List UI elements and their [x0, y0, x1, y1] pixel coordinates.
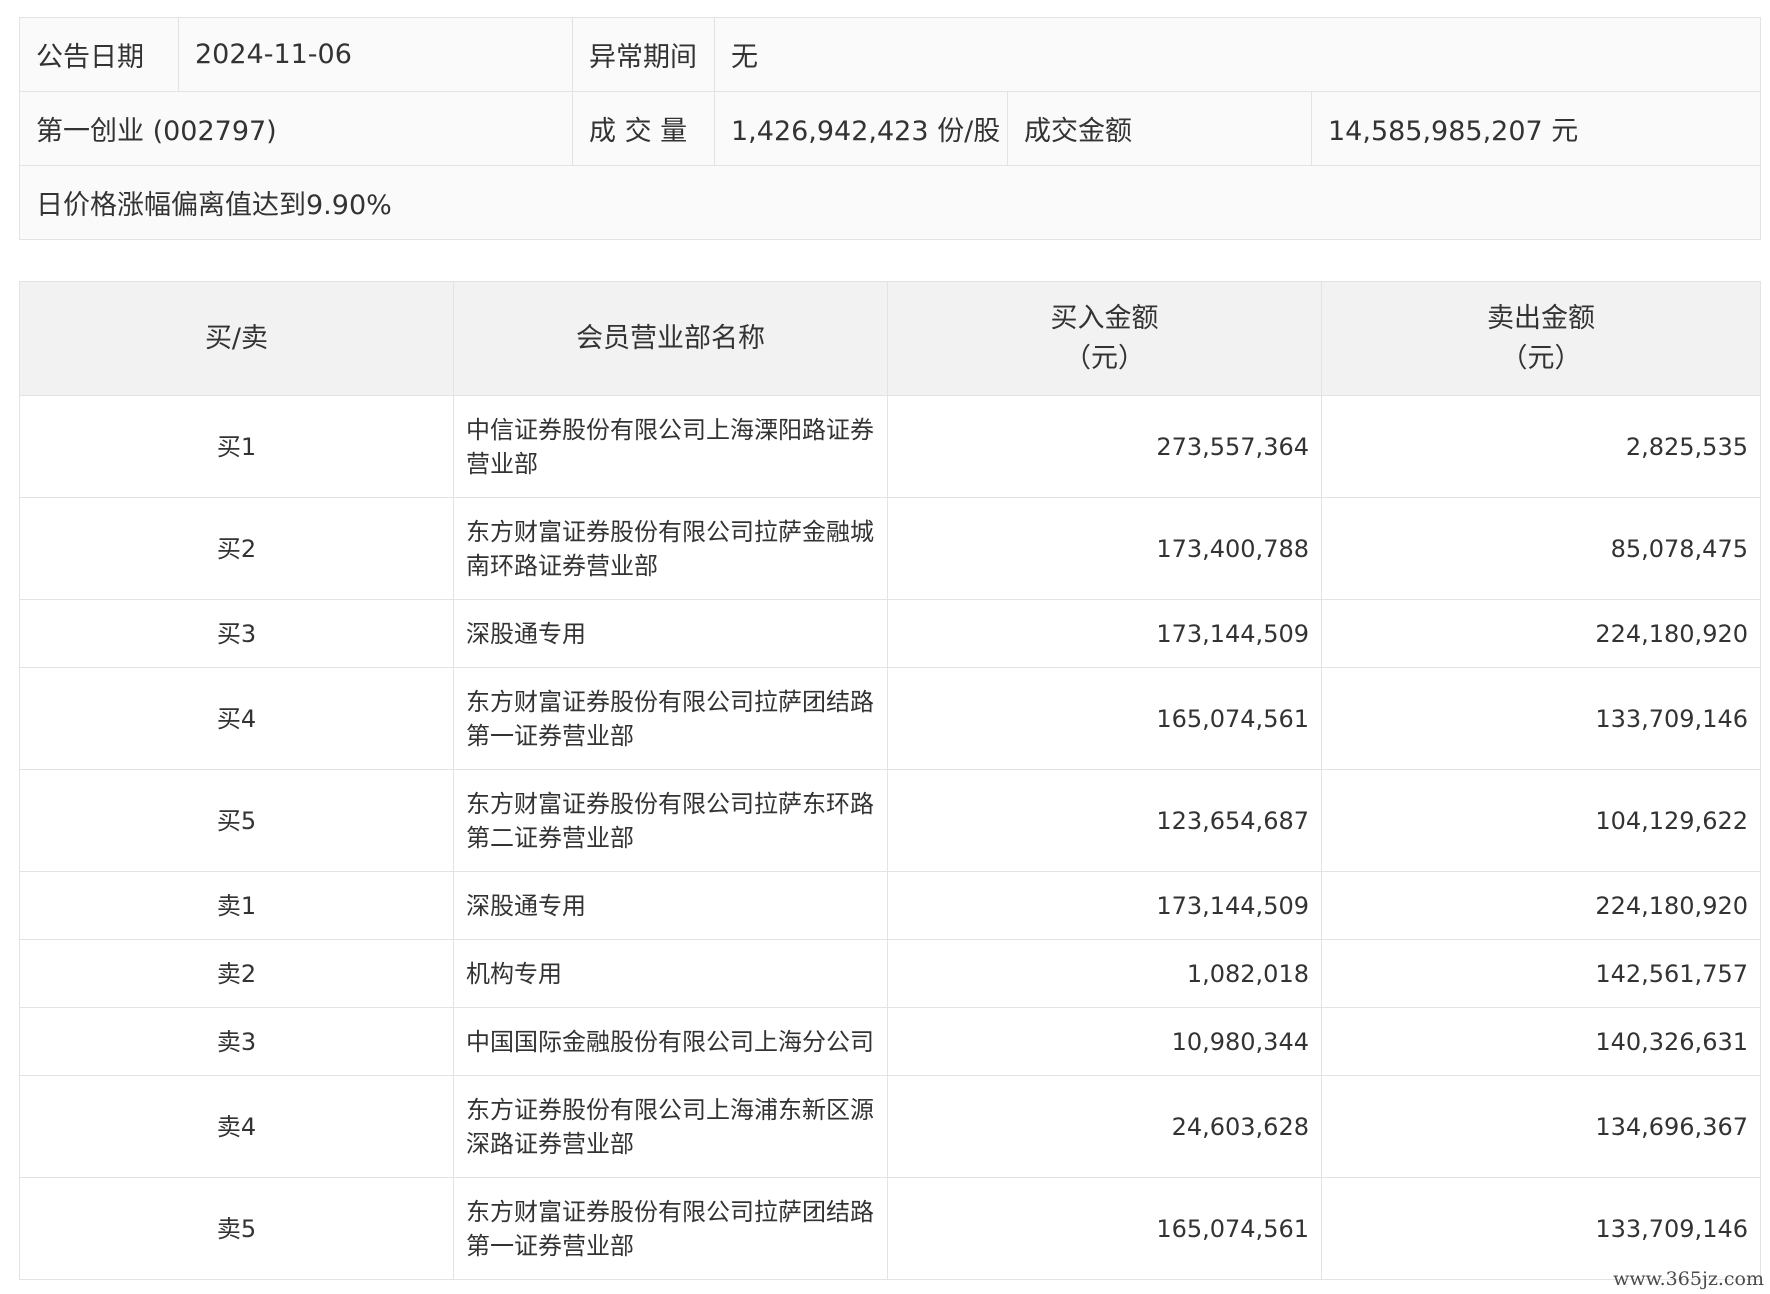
cell-sell-amount: 224,180,920 [1321, 599, 1761, 668]
volume-label: 成 交 量 [572, 91, 715, 166]
cell-broker-name: 深股通专用 [453, 871, 888, 940]
table-row: 卖1 深股通专用 173,144,509 224,180,920 [19, 871, 1761, 940]
announcement-info-table: 公告日期 2024-11-06 异常期间 无 第一创业 (002797) 成 交… [19, 17, 1761, 240]
header-sell-unit: （元） [1500, 342, 1582, 374]
table-row: 买1 中信证券股份有限公司上海溧阳路证券营业部 273,557,364 2,82… [19, 395, 1761, 498]
cell-side: 卖3 [19, 1007, 454, 1076]
cell-broker-name: 中信证券股份有限公司上海溧阳路证券营业部 [453, 395, 888, 498]
cell-broker-name: 中国国际金融股份有限公司上海分公司 [453, 1007, 888, 1076]
cell-buy-amount: 173,400,788 [887, 497, 1322, 600]
info-row-date: 公告日期 2024-11-06 异常期间 无 [19, 17, 1761, 92]
cell-buy-amount: 10,980,344 [887, 1007, 1322, 1076]
cell-buy-amount: 1,082,018 [887, 939, 1322, 1008]
amount-value: 14,585,985,207 元 [1311, 91, 1761, 166]
header-sell-amount: 卖出金额 （元） [1321, 281, 1761, 396]
volume-value: 1,426,942,423 份/股 [714, 91, 1008, 166]
broker-list-table: 买/卖 会员营业部名称 买入金额 （元） 卖出金额 （元） 买1 中信证券股份有… [19, 281, 1761, 1280]
cell-sell-amount: 224,180,920 [1321, 871, 1761, 940]
stock-name: 第一创业 (002797) [19, 91, 573, 166]
cell-buy-amount: 273,557,364 [887, 395, 1322, 498]
cell-buy-amount: 173,144,509 [887, 871, 1322, 940]
cell-sell-amount: 140,326,631 [1321, 1007, 1761, 1076]
cell-sell-amount: 133,709,146 [1321, 1177, 1761, 1280]
table-row: 买2 东方财富证券股份有限公司拉萨金融城南环路证券营业部 173,400,788… [19, 497, 1761, 600]
cell-sell-amount: 85,078,475 [1321, 497, 1761, 600]
header-buy-unit: （元） [1064, 342, 1145, 374]
table-row: 卖4 东方证券股份有限公司上海浦东新区源深路证券营业部 24,603,628 1… [19, 1075, 1761, 1178]
cell-side: 卖1 [19, 871, 454, 940]
date-label: 公告日期 [19, 17, 179, 92]
cell-sell-amount: 104,129,622 [1321, 769, 1761, 872]
amount-label: 成交金额 [1007, 91, 1312, 166]
cell-broker-name: 东方财富证券股份有限公司拉萨团结路第一证券营业部 [453, 1177, 888, 1280]
cell-sell-amount: 2,825,535 [1321, 395, 1761, 498]
period-value: 无 [714, 17, 1761, 92]
cell-broker-name: 东方财富证券股份有限公司拉萨团结路第一证券营业部 [453, 667, 888, 770]
table-row: 买4 东方财富证券股份有限公司拉萨团结路第一证券营业部 165,074,561 … [19, 667, 1761, 770]
reason-text: 日价格涨幅偏离值达到9.90% [19, 165, 1761, 240]
header-sell-label: 卖出金额 [1487, 302, 1595, 334]
cell-broker-name: 机构专用 [453, 939, 888, 1008]
info-row-reason: 日价格涨幅偏离值达到9.90% [19, 165, 1761, 240]
table-row: 买5 东方财富证券股份有限公司拉萨东环路第二证券营业部 123,654,687 … [19, 769, 1761, 872]
cell-buy-amount: 173,144,509 [887, 599, 1322, 668]
header-name: 会员营业部名称 [453, 281, 888, 396]
cell-broker-name: 东方财富证券股份有限公司拉萨金融城南环路证券营业部 [453, 497, 888, 600]
date-value: 2024-11-06 [178, 17, 573, 92]
cell-side: 买1 [19, 395, 454, 498]
table-header-row: 买/卖 会员营业部名称 买入金额 （元） 卖出金额 （元） [19, 281, 1761, 396]
table-row: 卖3 中国国际金融股份有限公司上海分公司 10,980,344 140,326,… [19, 1007, 1761, 1076]
table-row: 卖5 东方财富证券股份有限公司拉萨团结路第一证券营业部 165,074,561 … [19, 1177, 1761, 1280]
cell-buy-amount: 24,603,628 [887, 1075, 1322, 1178]
cell-sell-amount: 142,561,757 [1321, 939, 1761, 1008]
cell-side: 买4 [19, 667, 454, 770]
table-row: 卖2 机构专用 1,082,018 142,561,757 [19, 939, 1761, 1008]
cell-side: 卖5 [19, 1177, 454, 1280]
cell-buy-amount: 165,074,561 [887, 667, 1322, 770]
info-row-trade: 第一创业 (002797) 成 交 量 1,426,942,423 份/股 成交… [19, 91, 1761, 166]
header-buy-label: 买入金额 [1050, 302, 1159, 334]
cell-side: 卖2 [19, 939, 454, 1008]
cell-buy-amount: 165,074,561 [887, 1177, 1322, 1280]
cell-side: 买5 [19, 769, 454, 872]
cell-sell-amount: 134,696,367 [1321, 1075, 1761, 1178]
cell-buy-amount: 123,654,687 [887, 769, 1322, 872]
cell-side: 买3 [19, 599, 454, 668]
cell-side: 卖4 [19, 1075, 454, 1178]
site-watermark: www.365jz.com [1613, 1268, 1764, 1290]
period-label: 异常期间 [572, 17, 715, 92]
header-buy-amount: 买入金额 （元） [887, 281, 1322, 396]
cell-broker-name: 东方财富证券股份有限公司拉萨东环路第二证券营业部 [453, 769, 888, 872]
cell-broker-name: 东方证券股份有限公司上海浦东新区源深路证券营业部 [453, 1075, 888, 1178]
cell-side: 买2 [19, 497, 454, 600]
header-side: 买/卖 [19, 281, 454, 396]
cell-broker-name: 深股通专用 [453, 599, 888, 668]
cell-sell-amount: 133,709,146 [1321, 667, 1761, 770]
table-row: 买3 深股通专用 173,144,509 224,180,920 [19, 599, 1761, 668]
